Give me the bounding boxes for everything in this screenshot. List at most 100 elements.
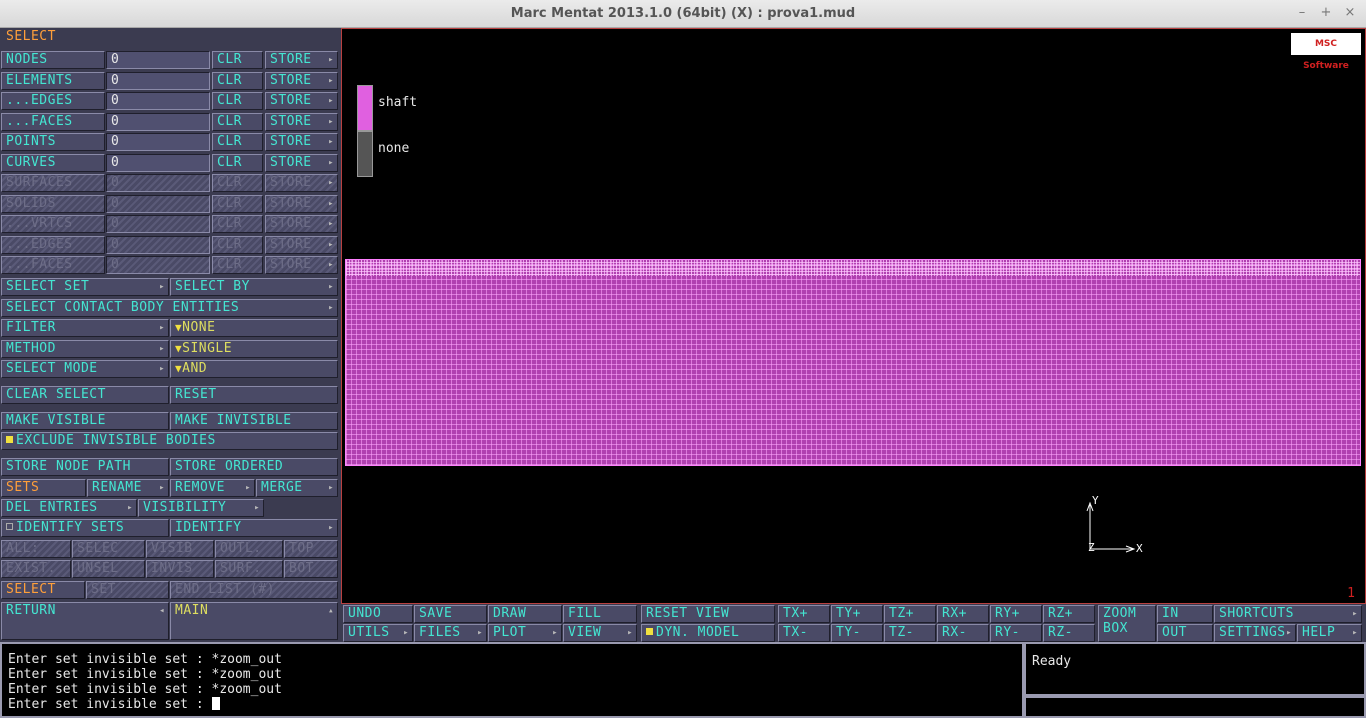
filter-button[interactable]: FILTER ▸ <box>1 319 169 337</box>
shortcuts-button[interactable]: SHORTCUTS ▸ <box>1214 605 1362 623</box>
save-button[interactable]: SAVE <box>414 605 487 623</box>
undo-button[interactable]: UNDO <box>343 605 413 623</box>
identify-button[interactable]: IDENTIFY ▸ <box>170 519 338 537</box>
entity-faces-count-field[interactable]: 0 <box>106 112 210 131</box>
merge-button[interactable]: MERGE ▸ <box>256 479 338 497</box>
entity-elements-count-field[interactable]: 0 <box>106 71 210 90</box>
rename-button[interactable]: RENAME ▸ <box>87 479 169 497</box>
zoom-in-button[interactable]: IN <box>1157 605 1213 623</box>
tz-minus-button[interactable]: TZ- <box>884 624 936 642</box>
minimize-button[interactable]: – <box>1294 5 1310 21</box>
ty-minus-button[interactable]: TY- <box>831 624 883 642</box>
entity-elements-button[interactable]: ELEMENTS <box>1 71 105 90</box>
set-button[interactable]: SET <box>86 581 169 599</box>
entity-faces-store-button[interactable]: STORE ▸ <box>265 112 338 131</box>
ry-minus-button[interactable]: RY- <box>990 624 1042 642</box>
display-option-button[interactable]: SURF. <box>215 560 283 578</box>
entity-vrtcs-store-button[interactable]: STORE ▸ <box>265 215 338 233</box>
entity-edges-store-button[interactable]: STORE ▸ <box>265 92 338 110</box>
display-option-button[interactable]: TOP <box>284 540 338 558</box>
reset-view-button[interactable]: RESET VIEW <box>641 605 775 623</box>
entity-surfaces-clr-button[interactable]: CLR <box>212 174 263 192</box>
main-button[interactable]: MAIN ▴ <box>170 602 338 640</box>
del-entries-button[interactable]: DEL ENTRIES ▸ <box>1 499 137 517</box>
entity-nodes-count-field[interactable]: 0 <box>106 51 210 69</box>
entity-edges-button[interactable]: ...EDGES <box>1 92 105 110</box>
clear-select-button[interactable]: CLEAR SELECT <box>1 386 169 404</box>
identify-sets-toggle[interactable]: IDENTIFY SETS <box>1 519 169 537</box>
store-ordered-button[interactable]: STORE ORDERED <box>170 458 338 476</box>
end-list-button[interactable]: END LIST (#) <box>170 581 338 599</box>
remove-button[interactable]: REMOVE ▸ <box>170 479 255 497</box>
utils-button[interactable]: UTILS ▸ <box>343 624 413 642</box>
display-option-button[interactable]: ALL: <box>1 540 71 558</box>
dyn-model-toggle[interactable]: DYN. MODEL <box>641 624 775 642</box>
method-value[interactable]: ▼SINGLE <box>170 340 338 358</box>
entity-faces-store-button[interactable]: STORE ▸ <box>265 256 338 274</box>
rz-plus-button[interactable]: RZ+ <box>1043 605 1095 623</box>
entity-nodes-store-button[interactable]: STORE ▸ <box>265 51 338 69</box>
display-option-button[interactable]: INVIS <box>146 560 214 578</box>
entity-nodes-clr-button[interactable]: CLR <box>212 51 263 69</box>
entity-solids-clr-button[interactable]: CLR <box>212 194 263 213</box>
make-invisible-button[interactable]: MAKE INVISIBLE <box>170 412 338 430</box>
ry-plus-button[interactable]: RY+ <box>990 605 1042 623</box>
plot-button[interactable]: PLOT ▸ <box>488 624 562 642</box>
entity-edges-clr-button[interactable]: CLR <box>212 235 263 254</box>
entity-solids-button[interactable]: SOLIDS <box>1 194 105 213</box>
display-option-button[interactable]: SELEC <box>72 540 145 558</box>
entity-vrtcs-count-field[interactable]: 0 <box>106 215 210 233</box>
rx-minus-button[interactable]: RX- <box>937 624 989 642</box>
display-option-button[interactable]: UNSEL <box>72 560 145 578</box>
entity-surfaces-store-button[interactable]: STORE ▸ <box>265 174 338 192</box>
entity-surfaces-count-field[interactable]: 0 <box>106 174 210 192</box>
exclude-invisible-bodies-toggle[interactable]: EXCLUDE INVISIBLE BODIES <box>1 432 338 450</box>
visibility-button[interactable]: VISIBILITY ▸ <box>138 499 264 517</box>
entity-edges-button[interactable]: ...EDGES <box>1 235 105 254</box>
view-button[interactable]: VIEW ▸ <box>563 624 637 642</box>
entity-points-count-field[interactable]: 0 <box>106 133 210 151</box>
zoom-out-button[interactable]: OUT <box>1157 624 1213 642</box>
entity-solids-count-field[interactable]: 0 <box>106 194 210 213</box>
graphics-viewport[interactable]: MSC Software shaft none Y X Z 1 <box>341 28 1366 604</box>
select-mode-button[interactable]: SELECT MODE ▸ <box>1 360 169 378</box>
entity-faces-clr-button[interactable]: CLR <box>212 256 263 274</box>
display-option-button[interactable]: BOT <box>284 560 338 578</box>
entity-edges-store-button[interactable]: STORE ▸ <box>265 235 338 254</box>
entity-solids-store-button[interactable]: STORE ▸ <box>265 194 338 213</box>
help-button[interactable]: HELP ▸ <box>1297 624 1362 642</box>
method-button[interactable]: METHOD ▸ <box>1 340 169 358</box>
store-node-path-button[interactable]: STORE NODE PATH <box>1 458 169 476</box>
command-console[interactable]: Enter set invisible set : *zoom_out Ente… <box>0 642 1024 718</box>
entity-faces-button[interactable]: ...FACES <box>1 256 105 274</box>
fill-button[interactable]: FILL <box>563 605 637 623</box>
entity-faces-button[interactable]: ...FACES <box>1 112 105 131</box>
entity-edges-count-field[interactable]: 0 <box>106 92 210 110</box>
entity-vrtcs-button[interactable]: ...VRTCS <box>1 215 105 233</box>
reset-button[interactable]: RESET <box>170 386 338 404</box>
select-contact-body-button[interactable]: SELECT CONTACT BODY ENTITIES ▸ <box>1 299 338 317</box>
display-option-button[interactable]: OUTL. <box>215 540 283 558</box>
filter-value[interactable]: ▼NONE <box>170 319 338 337</box>
settings-button[interactable]: SETTINGS ▸ <box>1214 624 1296 642</box>
entity-elements-store-button[interactable]: STORE ▸ <box>265 71 338 90</box>
entity-elements-clr-button[interactable]: CLR <box>212 71 263 90</box>
entity-curves-store-button[interactable]: STORE ▸ <box>265 153 338 172</box>
entity-curves-count-field[interactable]: 0 <box>106 153 210 172</box>
entity-faces-clr-button[interactable]: CLR <box>212 112 263 131</box>
draw-button[interactable]: DRAW <box>488 605 562 623</box>
select-mode-value[interactable]: ▼AND <box>170 360 338 378</box>
entity-points-clr-button[interactable]: CLR <box>212 133 263 151</box>
make-visible-button[interactable]: MAKE VISIBLE <box>1 412 169 430</box>
entity-points-store-button[interactable]: STORE ▸ <box>265 133 338 151</box>
tx-plus-button[interactable]: TX+ <box>778 605 830 623</box>
display-option-button[interactable]: EXIST. <box>1 560 71 578</box>
select-by-button[interactable]: SELECT BY ▸ <box>170 278 338 296</box>
files-button[interactable]: FILES ▸ <box>414 624 487 642</box>
return-button[interactable]: RETURN ◂ <box>1 602 169 640</box>
zoom-box-button[interactable]: ZOOM BOX <box>1098 605 1156 642</box>
tz-plus-button[interactable]: TZ+ <box>884 605 936 623</box>
entity-edges-clr-button[interactable]: CLR <box>212 92 263 110</box>
entity-points-button[interactable]: POINTS <box>1 133 105 151</box>
display-option-button[interactable]: VISIB <box>146 540 214 558</box>
